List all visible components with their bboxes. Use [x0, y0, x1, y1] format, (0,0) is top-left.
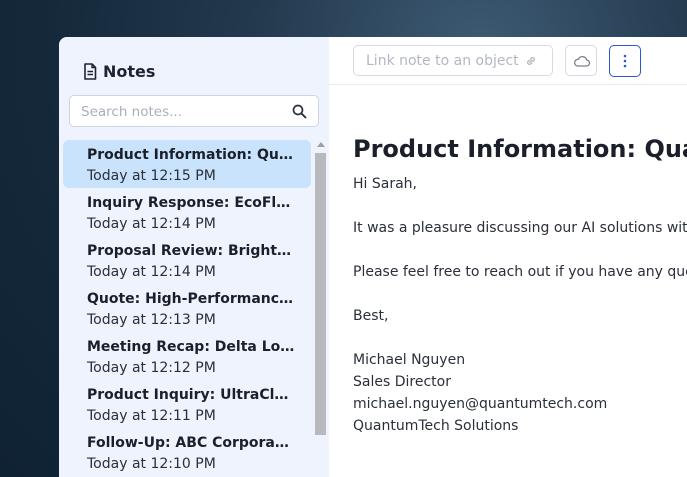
- signature-email: michael.nguyen@quantumtech.com: [353, 396, 608, 412]
- note-toolbar: Link note to an object: [329, 37, 687, 85]
- search-icon[interactable]: [292, 104, 307, 119]
- note-list-item-time: Today at 12:12 PM: [87, 360, 216, 376]
- search-box[interactable]: [69, 95, 319, 127]
- note-list-item[interactable]: Inquiry Response: EcoFlow Systems Today …: [63, 188, 311, 236]
- more-vertical-icon: [623, 54, 627, 68]
- note-list-item-title: Quote: High-Performance Servers: [87, 291, 295, 307]
- notes-list: Product Information: QuantumTech Today a…: [63, 140, 311, 477]
- note-list-item-time: Today at 12:10 PM: [87, 456, 216, 472]
- link-note-button[interactable]: Link note to an object: [353, 45, 553, 76]
- note-list-item-title: Proposal Review: Brightline Partners: [87, 243, 295, 259]
- sidebar-title: Notes: [103, 62, 156, 81]
- notes-window: Notes Product Information: QuantumTech T…: [59, 37, 687, 477]
- cloud-sync-button[interactable]: [565, 45, 597, 76]
- note-list-item-time: Today at 12:14 PM: [87, 264, 216, 280]
- note-list-item[interactable]: Follow-Up: ABC Corporation Today at 12:1…: [63, 428, 311, 476]
- cloud-icon: [573, 56, 591, 67]
- note-list-item-title: Follow-Up: ABC Corporation: [87, 435, 295, 451]
- signature-name: Michael Nguyen: [353, 352, 466, 368]
- note-body-paragraph: Please feel free to reach out if you hav…: [353, 264, 687, 280]
- note-body-paragraph: It was a pleasure discussing our AI solu…: [353, 220, 687, 236]
- signature-title: Sales Director: [353, 374, 451, 390]
- note-list-item-time: Today at 12:13 PM: [87, 312, 216, 328]
- note-editor[interactable]: Product Information: QuantumTech Hi Sara…: [353, 135, 687, 437]
- note-list-item[interactable]: Product Inquiry: UltraClean Solutions To…: [63, 380, 311, 428]
- more-options-button[interactable]: [609, 45, 641, 77]
- note-title[interactable]: Product Information: QuantumTech: [353, 135, 687, 163]
- note-list-item-title: Product Information: QuantumTech: [87, 147, 295, 163]
- note-closing: Best,: [353, 308, 389, 324]
- note-list-item-title: Product Inquiry: UltraClean Solutions: [87, 387, 295, 403]
- notes-scrollbar[interactable]: [314, 140, 327, 477]
- link-icon: [526, 56, 535, 65]
- scroll-up-arrow-icon[interactable]: [317, 142, 325, 147]
- sidebar-header: Notes: [83, 62, 155, 81]
- note-greeting: Hi Sarah,: [353, 176, 417, 192]
- sidebar: Notes Product Information: QuantumTech T…: [59, 37, 329, 477]
- note-list-item[interactable]: Proposal Review: Brightline Partners Tod…: [63, 236, 311, 284]
- note-list-item-time: Today at 12:14 PM: [87, 216, 216, 232]
- note-document-icon: [84, 63, 97, 80]
- note-list-item-time: Today at 12:11 PM: [87, 408, 216, 424]
- link-note-label: Link note to an object: [366, 52, 519, 69]
- signature-company: QuantumTech Solutions: [353, 418, 519, 434]
- search-input[interactable]: [81, 102, 281, 122]
- note-list-item-selected[interactable]: Product Information: QuantumTech Today a…: [63, 140, 311, 188]
- note-list-item-title: Inquiry Response: EcoFlow Systems: [87, 195, 295, 211]
- note-list-item-title: Meeting Recap: Delta Logistics: [87, 339, 295, 355]
- note-list-item[interactable]: Quote: High-Performance Servers Today at…: [63, 284, 311, 332]
- note-list-item[interactable]: Meeting Recap: Delta Logistics Today at …: [63, 332, 311, 380]
- scrollbar-thumb[interactable]: [315, 153, 326, 435]
- note-list-item-time: Today at 12:15 PM: [87, 168, 216, 184]
